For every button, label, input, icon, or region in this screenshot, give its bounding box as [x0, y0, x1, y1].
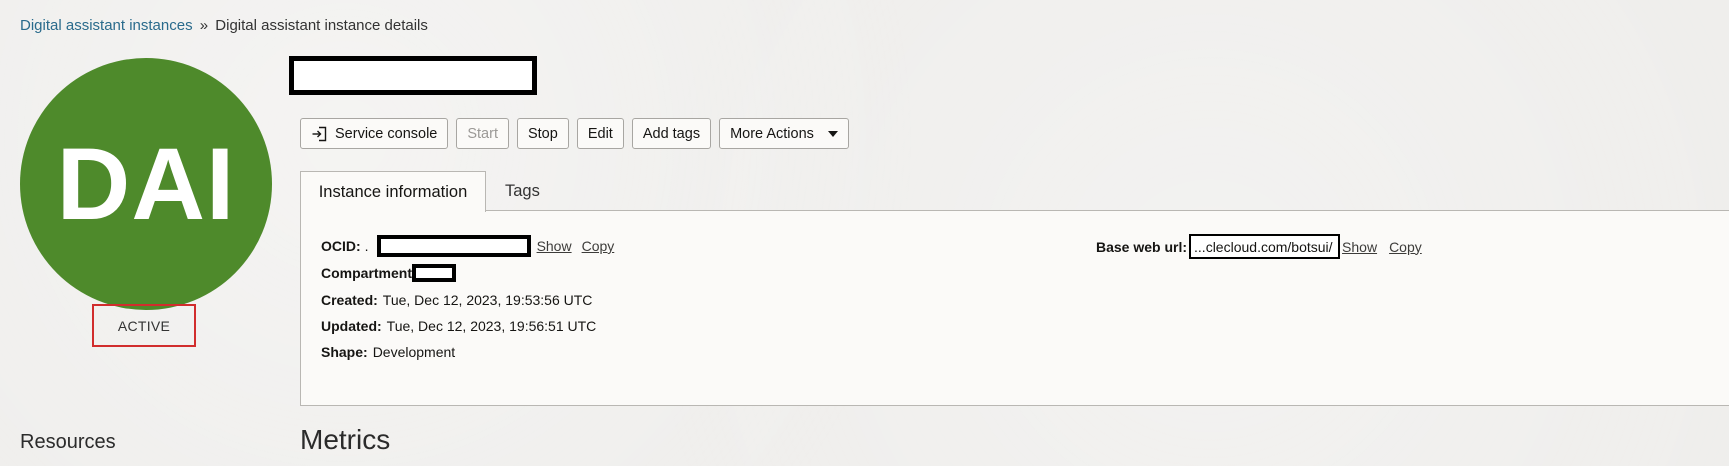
add-tags-button[interactable]: Add tags	[631, 118, 712, 149]
ocid-prefix: .	[364, 238, 369, 254]
instance-name-redacted	[289, 56, 537, 95]
instance-information-panel: OCID: . Show Copy Compartment Created: T…	[300, 210, 1729, 406]
open-console-icon	[311, 126, 327, 142]
shape-label: Shape:	[321, 344, 368, 360]
more-actions-button[interactable]: More Actions	[719, 118, 849, 149]
base-web-url-show-link[interactable]: Show	[1342, 239, 1377, 255]
created-row: Created: Tue, Dec 12, 2023, 19:53:56 UTC	[321, 292, 592, 308]
ocid-copy-link[interactable]: Copy	[582, 238, 615, 254]
base-web-url-copy-link[interactable]: Copy	[1389, 239, 1422, 255]
compartment-value-redacted	[412, 264, 457, 282]
ocid-row: OCID: . Show Copy	[321, 235, 614, 257]
updated-value: Tue, Dec 12, 2023, 19:56:51 UTC	[386, 318, 597, 334]
breadcrumb-separator: »	[199, 17, 209, 34]
resources-heading: Resources	[20, 431, 116, 453]
avatar-initials: DAI	[56, 126, 236, 241]
status-label: ACTIVE	[117, 317, 171, 334]
stop-button[interactable]: Stop	[516, 118, 569, 149]
caret-down-icon	[827, 130, 838, 137]
base-web-url-row: Base web url: ...clecloud.com/botsui/ Sh…	[1096, 234, 1422, 259]
ocid-label: OCID:	[321, 238, 361, 254]
breadcrumb-current: Digital assistant instance details	[215, 17, 428, 34]
created-value: Tue, Dec 12, 2023, 19:53:56 UTC	[382, 292, 593, 308]
service-console-label: Service console	[335, 125, 438, 142]
shape-value: Development	[372, 344, 456, 360]
base-web-url-value: ...clecloud.com/botsui/	[1189, 234, 1341, 259]
action-toolbar: Service console Start Stop Edit Add tags…	[300, 118, 849, 149]
compartment-label: Compartment	[321, 265, 413, 281]
metrics-heading: Metrics	[300, 424, 391, 455]
tab-tags[interactable]: Tags	[505, 171, 540, 212]
base-web-url-label: Base web url:	[1096, 238, 1188, 255]
more-actions-label: More Actions	[730, 125, 814, 142]
shape-row: Shape: Development	[321, 344, 455, 360]
start-button[interactable]: Start	[456, 118, 509, 149]
updated-label: Updated:	[321, 318, 382, 334]
updated-row: Updated: Tue, Dec 12, 2023, 19:56:51 UTC	[321, 318, 596, 334]
breadcrumb-link-instances[interactable]: Digital assistant instances	[20, 17, 193, 34]
created-label: Created:	[321, 292, 378, 308]
status-badge: ACTIVE	[92, 304, 196, 347]
compartment-row: Compartment	[321, 264, 457, 282]
instance-avatar: DAI	[20, 58, 272, 310]
service-console-button[interactable]: Service console	[300, 118, 449, 149]
tab-instance-information[interactable]: Instance information	[300, 171, 486, 212]
ocid-value-redacted	[376, 235, 531, 257]
ocid-show-link[interactable]: Show	[537, 238, 572, 254]
edit-button[interactable]: Edit	[576, 118, 624, 149]
breadcrumb: Digital assistant instances » Digital as…	[20, 17, 428, 34]
